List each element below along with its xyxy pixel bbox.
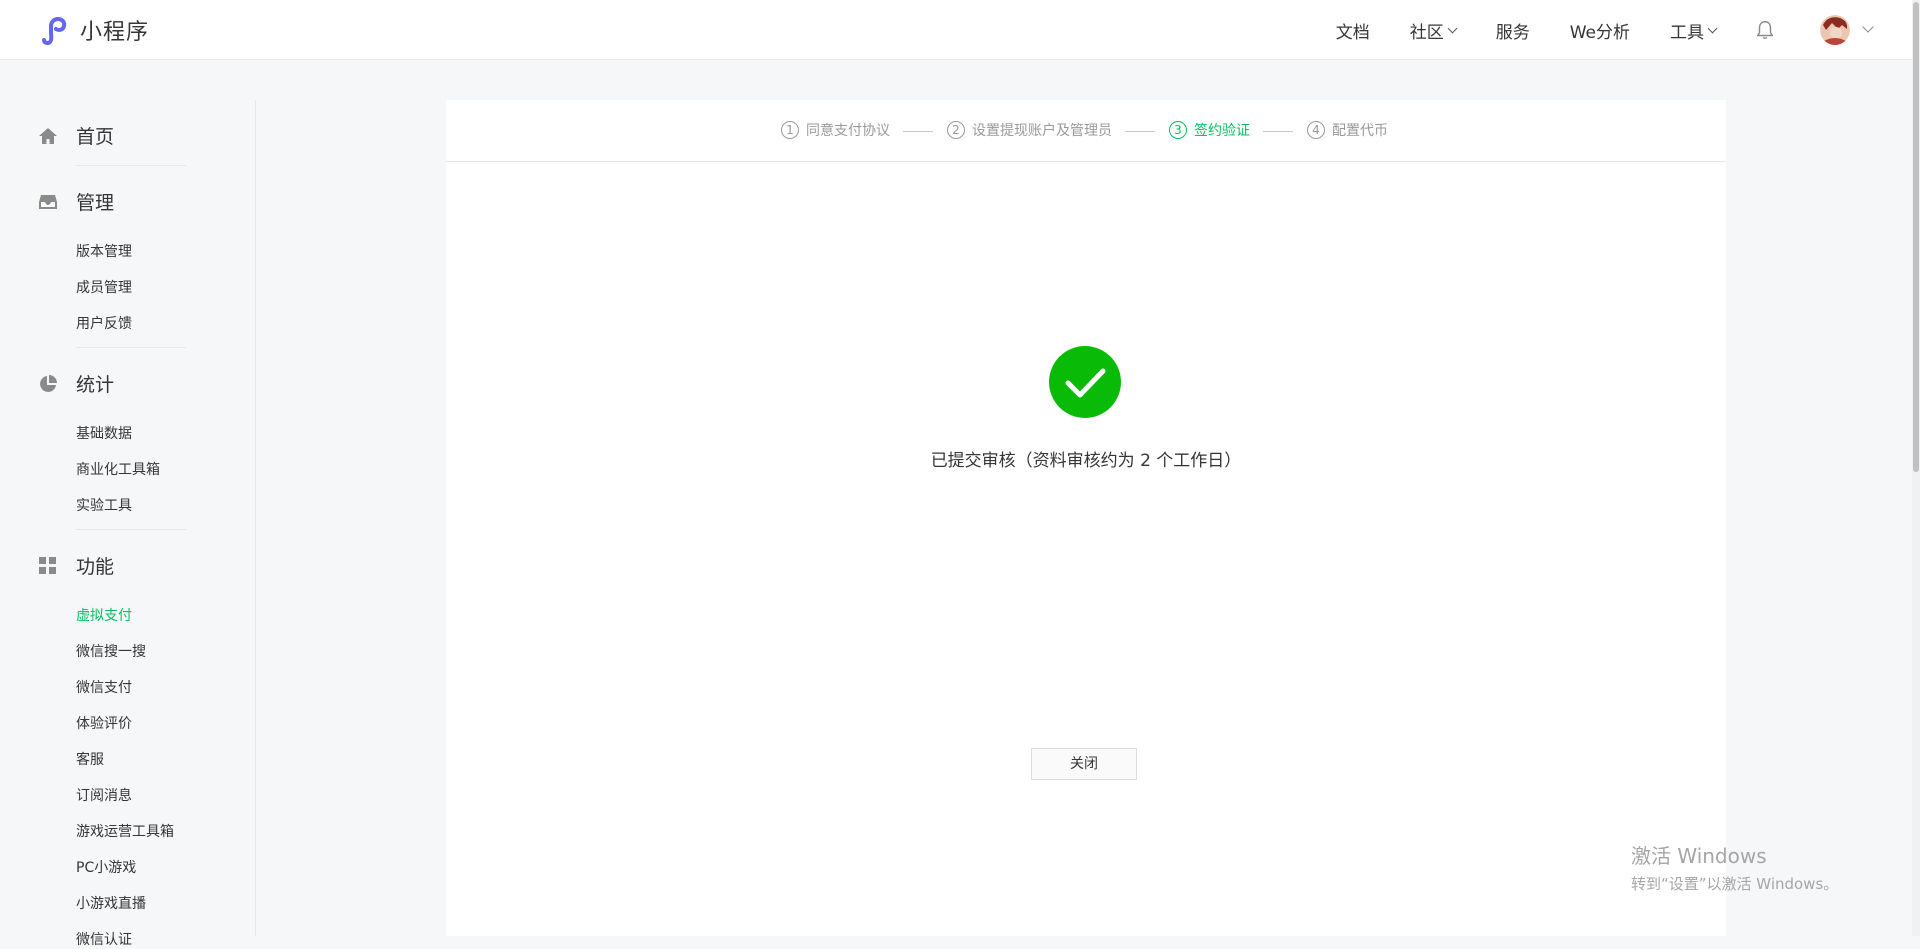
sidebar-item-wechat-certification[interactable]: 微信认证: [76, 929, 132, 949]
sidebar-item-user-feedback[interactable]: 用户反馈: [76, 313, 132, 333]
miniprogram-logo-icon: [42, 16, 67, 46]
bell-icon[interactable]: [1754, 19, 1776, 41]
step-2: 2 设置提现账户及管理员: [947, 120, 1112, 140]
step-connector: [1125, 131, 1155, 132]
sidebar-item-experiment-tools[interactable]: 实验工具: [76, 495, 132, 515]
submission-message: 已提交审核（资料审核约为 2 个工作日）: [930, 451, 1242, 471]
chevron-down-icon: [1707, 23, 1718, 33]
divider: [76, 165, 186, 166]
sidebar-item-minigame-live[interactable]: 小游戏直播: [76, 893, 146, 913]
avatar[interactable]: [1820, 15, 1850, 45]
step-indicator: 1 同意支付协议 2 设置提现账户及管理员 3 签约验证 4 配置代币: [446, 100, 1726, 162]
nav-we-analytics[interactable]: We分析: [1570, 18, 1630, 43]
sidebar-item-wechat-search[interactable]: 微信搜一搜: [76, 641, 146, 661]
sidebar-item-customer-service[interactable]: 客服: [76, 749, 104, 769]
sidebar-item-commercial-toolbox[interactable]: 商业化工具箱: [76, 459, 160, 479]
sidebar-item-wechat-pay[interactable]: 微信支付: [76, 677, 132, 697]
step-3: 3 签约验证: [1169, 120, 1250, 140]
app-title: 小程序: [80, 20, 150, 45]
step-4: 4 配置代币: [1307, 120, 1388, 140]
nav-community[interactable]: 社区: [1410, 18, 1458, 43]
sidebar-item-home[interactable]: 首页: [38, 122, 114, 149]
sidebar-section-features[interactable]: 功能: [38, 552, 114, 579]
grid-icon: [39, 556, 56, 574]
nav-tools[interactable]: 工具: [1670, 18, 1718, 43]
sidebar-item-game-ops-toolbox[interactable]: 游戏运营工具箱: [76, 821, 174, 841]
divider: [76, 529, 186, 530]
sidebar-item-experience-rating[interactable]: 体验评价: [76, 713, 132, 733]
check-circle-icon: [1049, 346, 1121, 418]
divider: [76, 347, 186, 348]
step-connector: [1263, 131, 1293, 132]
logo[interactable]: 小程序: [38, 14, 149, 46]
chevron-down-icon: [1447, 23, 1458, 33]
sidebar-item-version-management[interactable]: 版本管理: [76, 241, 132, 261]
nav-services[interactable]: 服务: [1496, 18, 1530, 43]
step-1: 1 同意支付协议: [781, 120, 890, 140]
sidebar-section-manage[interactable]: 管理: [38, 188, 114, 215]
scrollbar-thumb[interactable]: [1913, 2, 1919, 472]
sidebar-item-basic-data[interactable]: 基础数据: [76, 423, 132, 443]
sidebar-item-member-management[interactable]: 成员管理: [76, 277, 132, 297]
pie-chart-icon: [40, 374, 57, 392]
sidebar: 首页 管理 版本管理 成员管理 用户反馈 统计 基础数据 商业化工具箱 实验工具…: [0, 100, 256, 948]
sidebar-item-subscription-messages[interactable]: 订阅消息: [76, 785, 132, 805]
close-button[interactable]: 关闭: [1031, 748, 1137, 780]
nav-docs[interactable]: 文档: [1336, 18, 1370, 43]
windows-activation-watermark: 激活 Windows 转到“设置”以激活 Windows。: [1631, 844, 1839, 893]
top-nav: 文档 社区 服务 We分析 工具: [1336, 0, 1920, 60]
sidebar-section-statistics[interactable]: 统计: [38, 370, 114, 397]
top-bar: 小程序 文档 社区 服务 We分析 工具: [0, 0, 1920, 60]
inbox-icon: [39, 194, 57, 209]
main-panel: 1 同意支付协议 2 设置提现账户及管理员 3 签约验证 4 配置代币 已提交审…: [446, 100, 1726, 936]
step-connector: [903, 131, 933, 132]
sidebar-item-pc-minigame[interactable]: PC小游戏: [76, 857, 136, 877]
home-icon: [39, 127, 57, 144]
chevron-down-icon[interactable]: [1862, 21, 1874, 33]
sidebar-item-virtual-payment[interactable]: 虚拟支付: [76, 605, 132, 625]
scrollbar[interactable]: [1912, 0, 1920, 936]
